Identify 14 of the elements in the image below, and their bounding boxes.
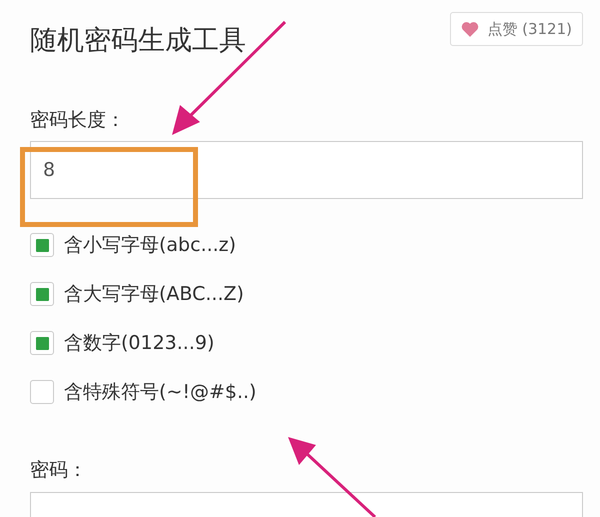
checkbox[interactable]	[30, 380, 54, 404]
checkbox[interactable]	[30, 331, 54, 355]
field-label: 密码长度：	[30, 108, 126, 132]
option-label: 含数字(0123...9)	[64, 331, 214, 356]
page-title: 随机密码生成工具	[30, 24, 246, 58]
option-label: 含特殊符号(~!@#$..)	[64, 380, 256, 405]
like-button[interactable]: 点赞 (3121)	[450, 12, 583, 46]
option-label: 含小写字母(abc...z)	[64, 233, 236, 258]
field-label: 密码：	[30, 458, 88, 482]
heart-icon	[461, 21, 480, 37]
length-input[interactable]: 8	[30, 141, 583, 199]
checkbox[interactable]	[30, 233, 54, 257]
option-label: 含大写字母(ABC...Z)	[64, 282, 244, 307]
checkbox[interactable]	[30, 282, 54, 306]
